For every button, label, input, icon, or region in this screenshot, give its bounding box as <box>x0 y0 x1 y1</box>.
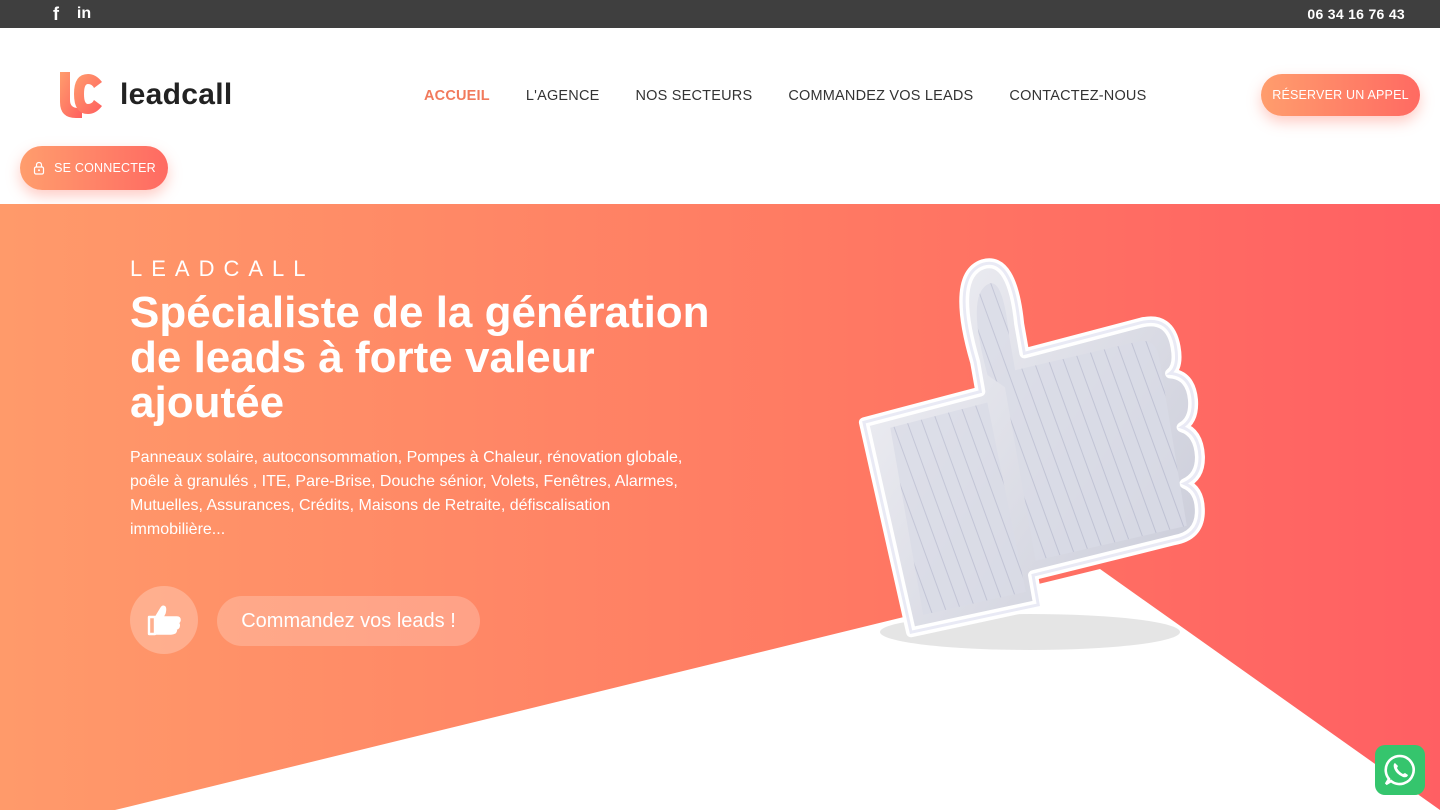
nav-item-accueil[interactable]: ACCUEIL <box>424 88 490 104</box>
linkedin-icon[interactable]: in <box>74 0 94 28</box>
lock-icon <box>34 161 45 175</box>
leadcall-logo-icon <box>60 72 102 118</box>
order-leads-button[interactable]: Commandez vos leads ! <box>217 596 480 646</box>
login-label: SE CONNECTER <box>54 161 156 175</box>
nav-item-contact[interactable]: CONTACTEZ-NOUS <box>1009 88 1146 104</box>
hero-title: Spécialiste de la génération de leads à … <box>130 288 710 427</box>
hero-section: LEADCALL Spécialiste de la génération de… <box>0 204 1440 810</box>
facebook-icon[interactable]: f <box>48 0 64 28</box>
thumbs-up-button[interactable] <box>130 586 198 654</box>
site-header: leadcall ACCUEIL L'AGENCE NOS SECTEURS C… <box>0 28 1440 204</box>
top-bar: f in 06 34 16 76 43 <box>0 0 1440 28</box>
logo-text: leadcall <box>120 78 233 111</box>
login-button[interactable]: SE CONNECTER <box>20 146 168 190</box>
logo[interactable]: leadcall <box>56 70 232 120</box>
book-call-button[interactable]: RÉSERVER UN APPEL <box>1261 74 1420 116</box>
thumbs-up-icon <box>147 605 181 636</box>
phone-number[interactable]: 06 34 16 76 43 <box>1307 0 1405 28</box>
nav-item-commandez-leads[interactable]: COMMANDEZ VOS LEADS <box>788 88 973 104</box>
main-nav: ACCUEIL L'AGENCE NOS SECTEURS COMMANDEZ … <box>424 88 1182 104</box>
hero-eyebrow: LEADCALL <box>130 256 315 281</box>
whatsapp-button[interactable] <box>1375 745 1425 795</box>
neon-thumbs-up-image <box>858 258 1205 650</box>
hero-description: Panneaux solaire, autoconsommation, Pomp… <box>130 449 683 538</box>
nav-item-agence[interactable]: L'AGENCE <box>526 88 600 104</box>
nav-item-secteurs[interactable]: NOS SECTEURS <box>636 88 753 104</box>
whatsapp-icon <box>1384 754 1415 786</box>
